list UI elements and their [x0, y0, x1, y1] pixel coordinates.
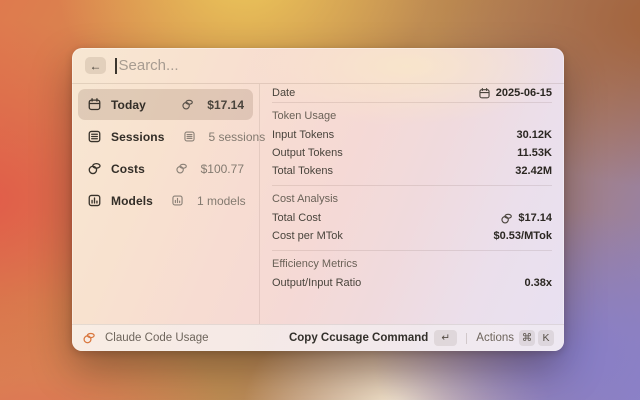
sidebar-item-accessory: 1 models — [197, 194, 246, 208]
sidebar-item-accessory: $100.77 — [201, 162, 244, 176]
results-sidebar: Today $17.14 Sessions 5 sessions Costs $… — [72, 84, 260, 324]
section-divider — [272, 102, 552, 103]
coins-icon — [500, 212, 513, 225]
window-body: Today $17.14 Sessions 5 sessions Costs $… — [72, 84, 564, 324]
sidebar-item-accessory: $17.14 — [207, 98, 244, 112]
sessions-icon — [183, 130, 196, 143]
enter-key-icon: ↵ — [434, 330, 457, 346]
detail-group: Efficiency Metrics Output/Input Ratio 0.… — [272, 253, 552, 297]
ccusage-app-icon — [82, 331, 96, 345]
section-header: Cost Analysis — [272, 188, 552, 209]
metric-label: Total Cost — [272, 212, 321, 224]
metric-value: 30.12K — [517, 129, 552, 141]
section-divider — [272, 250, 552, 251]
metric-row: Output/Input Ratio 0.38x — [272, 274, 552, 292]
footer-bar: Claude Code Usage Copy Ccusage Command ↵… — [72, 324, 564, 351]
metric-label: Date — [272, 87, 295, 99]
sidebar-item-label: Models — [111, 194, 153, 208]
metric-value: $17.14 — [500, 212, 552, 225]
coins-icon — [175, 162, 188, 175]
k-key: K — [538, 330, 554, 346]
footer-divider — [466, 333, 467, 344]
detail-panel: Date 2025-06-15 Token Usage Input Tokens… — [260, 84, 564, 324]
metric-value: 2025-06-15 — [478, 87, 552, 100]
metric-label: Input Tokens — [272, 129, 334, 141]
section-divider — [272, 185, 552, 186]
metric-row: Output Tokens 11.53K — [272, 144, 552, 162]
metric-row: Total Cost $17.14 — [272, 209, 552, 227]
actions-menu-button[interactable]: Actions ⌘ K — [476, 330, 554, 346]
models-icon — [87, 193, 102, 208]
metric-label: Output Tokens — [272, 147, 343, 159]
search-input[interactable] — [117, 57, 552, 74]
sidebar-item-costs[interactable]: Costs $100.77 — [78, 153, 253, 184]
sidebar-item-sessions[interactable]: Sessions 5 sessions — [78, 121, 253, 152]
back-button[interactable]: ← — [85, 57, 106, 74]
copy-ccusage-command-action[interactable]: Copy Ccusage Command ↵ — [289, 330, 457, 346]
metric-label: Total Tokens — [272, 165, 333, 177]
calendar-icon — [87, 97, 102, 112]
sidebar-item-label: Today — [111, 98, 146, 112]
sidebar-item-models[interactable]: Models 1 models — [78, 185, 253, 216]
raycast-window: ← Today $17.14 Sessions 5 sessions Costs… — [72, 48, 564, 351]
actions-shortcut: ⌘ K — [519, 330, 554, 346]
sidebar-item-label: Costs — [111, 162, 145, 176]
search-header: ← — [72, 48, 564, 84]
metric-value: $0.53/MTok — [494, 230, 553, 242]
primary-action-label: Copy Ccusage Command — [289, 332, 428, 344]
sidebar-item-label: Sessions — [111, 130, 165, 144]
sidebar-item-accessory: 5 sessions — [209, 130, 266, 144]
metric-label: Output/Input Ratio — [272, 277, 361, 289]
sidebar-item-today[interactable]: Today $17.14 — [78, 89, 253, 120]
detail-group: Token Usage Input Tokens 30.12K Output T… — [272, 105, 552, 185]
calendar-icon — [478, 87, 491, 100]
section-header: Efficiency Metrics — [272, 253, 552, 274]
coins-icon — [181, 98, 194, 111]
search-field — [115, 57, 551, 74]
metric-row: Cost per MTok $0.53/MTok — [272, 227, 552, 245]
desktop-wallpaper: ← Today $17.14 Sessions 5 sessions Costs… — [0, 0, 640, 400]
metric-row: Date 2025-06-15 — [272, 84, 552, 102]
back-arrow-icon: ← — [90, 59, 102, 73]
metric-value: 0.38x — [524, 277, 552, 289]
app-name: Claude Code Usage — [105, 332, 209, 344]
metric-row: Total Tokens 32.42M — [272, 162, 552, 180]
section-header: Token Usage — [272, 105, 552, 126]
sessions-icon — [87, 129, 102, 144]
detail-group: Cost Analysis Total Cost $17.14 Cost per… — [272, 188, 552, 250]
coins-icon — [87, 161, 102, 176]
metric-label: Cost per MTok — [272, 230, 343, 242]
models-icon — [171, 194, 184, 207]
metric-value: 11.53K — [517, 147, 552, 159]
actions-label: Actions — [476, 332, 514, 344]
metric-value: 32.42M — [515, 165, 552, 177]
command-key-icon: ⌘ — [519, 330, 535, 346]
metric-row: Input Tokens 30.12K — [272, 126, 552, 144]
